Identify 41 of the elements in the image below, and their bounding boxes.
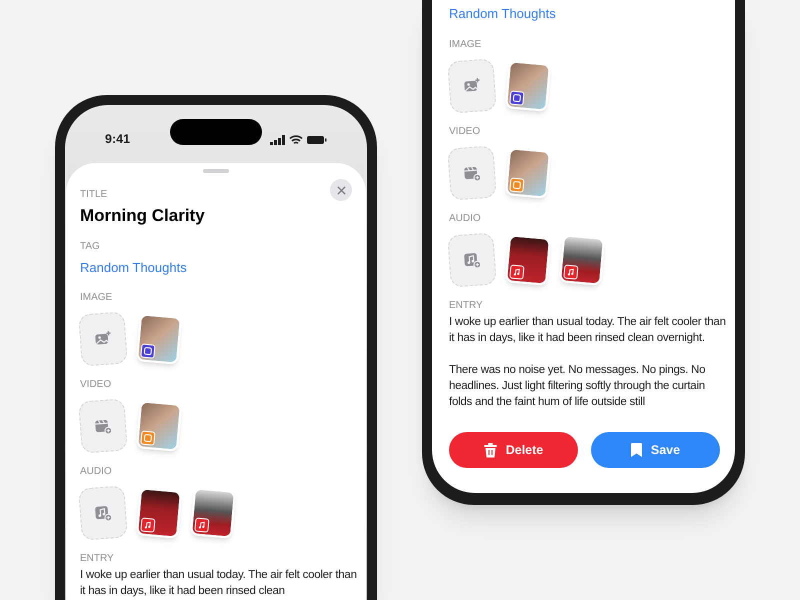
signal-icon <box>270 134 285 144</box>
close-button[interactable] <box>330 179 352 201</box>
field-label: VIDEO <box>449 124 480 138</box>
bookmark-icon <box>630 443 642 457</box>
field-label: IMAGE <box>449 38 482 52</box>
album-cover-placeholder[interactable] <box>136 487 182 539</box>
add-media-tile[interactable] <box>447 144 497 200</box>
photo-placeholder[interactable] <box>505 146 551 198</box>
field-label: TAG <box>80 240 100 254</box>
add-media-tile[interactable] <box>78 398 128 454</box>
close-icon <box>336 186 346 194</box>
entry-paragraph: I woke up earlier than usual today. The air felt cooler than it has in days, like it had been rinsed clean overnight. <box>449 314 727 346</box>
trash-icon <box>484 442 497 458</box>
save-button[interactable]: Save <box>591 432 720 468</box>
field-label: ENTRY <box>449 298 483 312</box>
field-label: ENTRY <box>80 552 114 566</box>
field-label: AUDIO <box>449 212 481 226</box>
tag-link[interactable]: Random Thoughts <box>80 258 360 277</box>
add-media-tile[interactable] <box>447 58 497 114</box>
delete-button[interactable]: Delete <box>449 432 578 468</box>
add-media-tile[interactable] <box>78 311 128 367</box>
photo-placeholder[interactable] <box>136 400 182 452</box>
wifi-icon <box>289 134 303 144</box>
battery-icon <box>307 134 327 144</box>
add-media-tile[interactable] <box>447 232 497 288</box>
album-cover-placeholder[interactable] <box>505 234 551 286</box>
add-media-tile[interactable] <box>78 485 128 541</box>
tag-link[interactable]: Random Thoughts <box>449 4 731 24</box>
entry-title: Morning Clarity <box>80 205 206 227</box>
entry-paragraph: There was no noise yet. No messages. No pings. No headlines. Just light filtering softly through the curtain folds and the faint hum of life outside still <box>449 362 706 410</box>
photo-placeholder[interactable] <box>136 313 182 365</box>
album-cover-placeholder[interactable] <box>559 234 605 286</box>
entry-paragraph: I woke up earlier than usual today. The air felt cooler than it has in days, like it had been rinsed clean <box>80 568 358 599</box>
field-label: AUDIO <box>80 465 112 479</box>
drag-handle[interactable] <box>203 169 229 173</box>
field-label: IMAGE <box>80 291 112 305</box>
photo-placeholder[interactable] <box>505 60 551 112</box>
status-time: 9:41 <box>105 131 130 148</box>
field-label: VIDEO <box>80 378 112 392</box>
field-label: TITLE <box>80 188 108 202</box>
album-cover-placeholder[interactable] <box>190 487 236 539</box>
